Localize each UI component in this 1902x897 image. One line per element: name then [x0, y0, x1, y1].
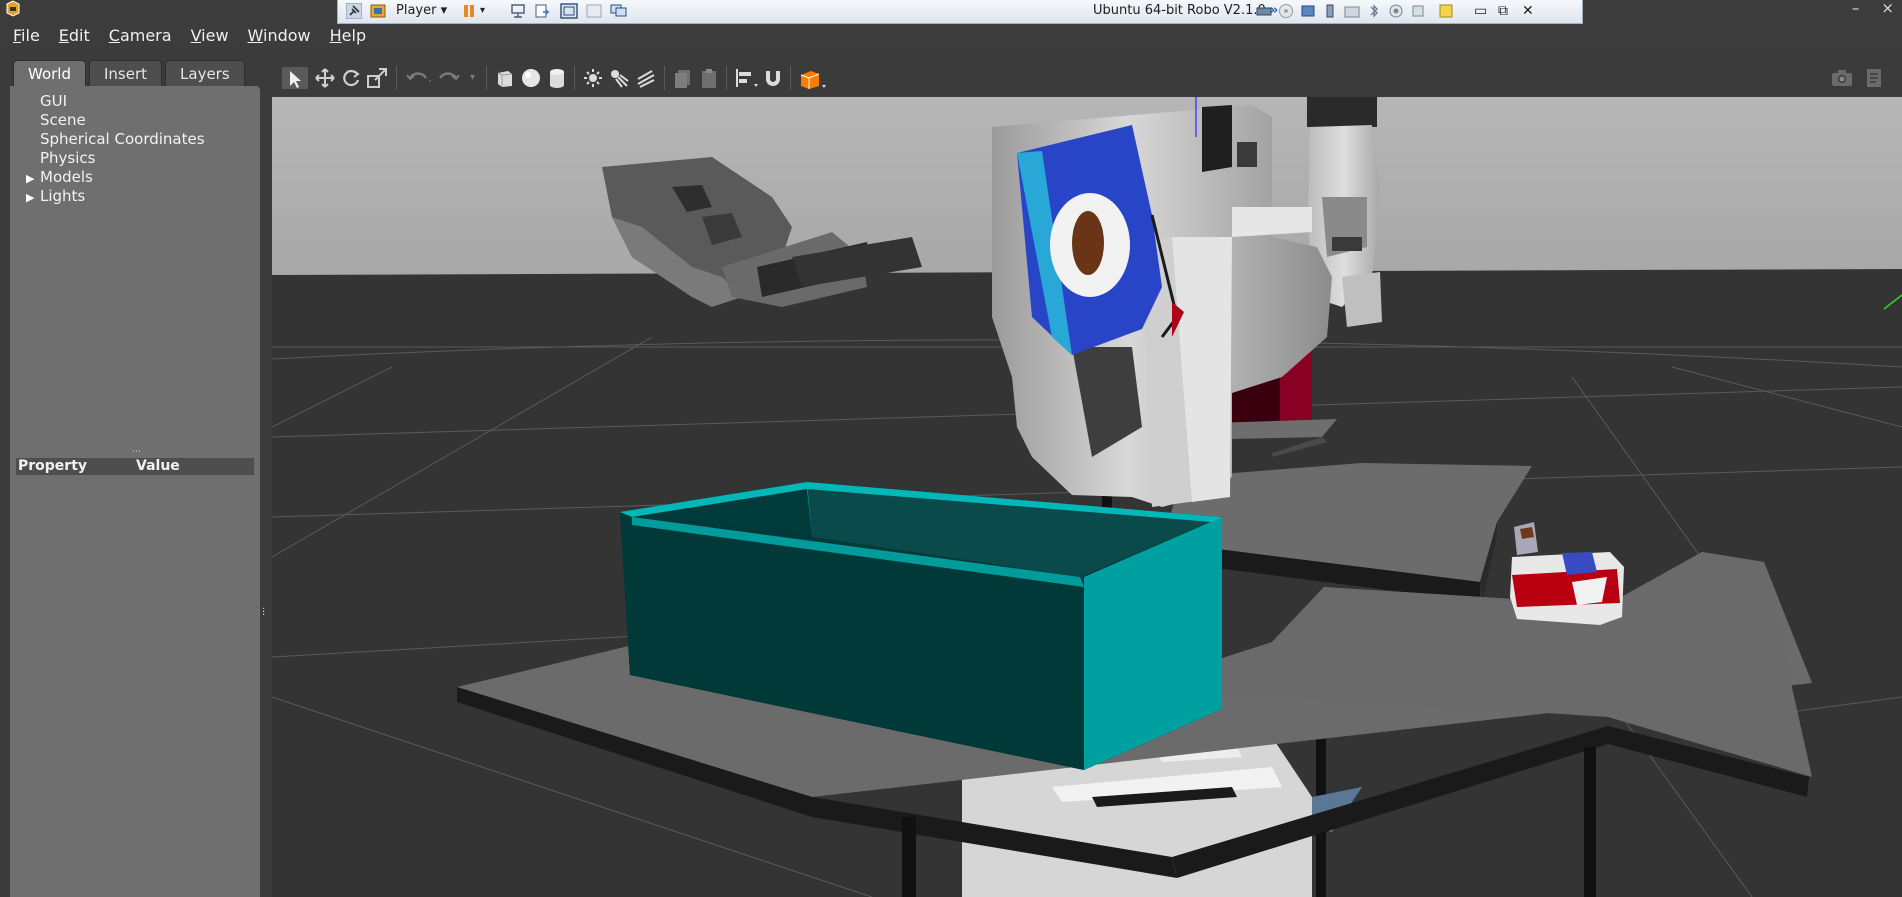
usb-icon[interactable] — [1322, 3, 1338, 19]
left-panel: World Insert Layers GUI Scene Spherical … — [0, 48, 266, 897]
recording-icon[interactable] — [1388, 3, 1404, 19]
render-toolbar: ▾ — [272, 60, 1902, 96]
shared-folders-icon[interactable] — [1344, 3, 1360, 19]
undo-icon[interactable] — [404, 67, 432, 89]
menu-file[interactable]: File — [4, 24, 50, 48]
notes-icon[interactable] — [1438, 3, 1454, 19]
property-table-header: Property Value — [16, 458, 254, 475]
menu-bar: File Edit Camera View Window Help — [4, 24, 376, 48]
pin-icon[interactable] — [346, 3, 362, 19]
send-keys-icon[interactable] — [534, 3, 550, 19]
cpu-icon[interactable] — [1410, 3, 1426, 19]
toolbar-separator — [486, 66, 487, 90]
vbox-close-button[interactable]: ✕ — [1522, 3, 1534, 19]
point-light-icon[interactable] — [582, 67, 604, 89]
align-icon[interactable] — [734, 67, 760, 89]
minimize-button[interactable]: – — [1852, 0, 1860, 18]
vbox-minimize-button[interactable]: ▭ — [1474, 3, 1487, 19]
gazebo-scene — [272, 97, 1902, 897]
world-tree: GUI Scene Spherical Coordinates Physics … — [26, 92, 205, 206]
network-icon[interactable] — [510, 3, 526, 19]
toolbar-separator — [664, 66, 665, 90]
rotate-icon[interactable] — [340, 67, 362, 89]
window-controls: – × — [1852, 0, 1894, 18]
close-button[interactable]: × — [1881, 0, 1894, 18]
menu-window[interactable]: Window — [239, 24, 321, 48]
property-column-header[interactable]: Property — [18, 458, 87, 475]
menu-edit[interactable]: Edit — [50, 24, 100, 48]
seamless-mode-icon[interactable] — [586, 3, 602, 19]
panel-tabs: World Insert Layers — [13, 60, 248, 86]
toolbar-separator — [574, 66, 575, 90]
toolbar-separator — [790, 66, 791, 90]
optical-drive-icon[interactable] — [1278, 3, 1294, 19]
box-shape-icon[interactable] — [494, 67, 516, 89]
view-angle-icon[interactable] — [798, 67, 828, 89]
magnet-icon[interactable] — [762, 67, 784, 89]
bluetooth-icon[interactable] — [1366, 3, 1382, 19]
3d-viewport[interactable] — [272, 97, 1902, 897]
tree-item-physics[interactable]: Physics — [26, 149, 205, 168]
sphere-shape-icon[interactable] — [520, 67, 542, 89]
virtualbox-mini-toolbar: Player ▾ ▾ Ubuntu 64-bit Robo V2.1.0 » ▭… — [337, 0, 1583, 24]
tab-world[interactable]: World — [13, 60, 86, 86]
hard-disk-icon[interactable] — [1256, 3, 1272, 19]
player-menu[interactable]: Player ▾ — [396, 3, 447, 19]
audio-icon[interactable] — [1300, 3, 1316, 19]
world-tree-panel: GUI Scene Spherical Coordinates Physics … — [10, 86, 260, 897]
expand-arrow-icon[interactable]: ▶ — [26, 169, 40, 188]
tree-item-gui[interactable]: GUI — [26, 92, 205, 111]
tree-item-lights[interactable]: ▶ Lights — [26, 187, 205, 206]
toolbar-separator — [726, 66, 727, 90]
tree-item-scene[interactable]: Scene — [26, 111, 205, 130]
screenshot-icon[interactable] — [1830, 67, 1854, 89]
tab-insert[interactable]: Insert — [89, 60, 163, 86]
virtualbox-icon — [370, 4, 386, 18]
tab-layers[interactable]: Layers — [165, 60, 245, 86]
copy-icon[interactable] — [672, 67, 694, 89]
multi-monitor-icon[interactable] — [610, 3, 628, 19]
value-column-header[interactable]: Value — [136, 458, 180, 475]
redo-icon[interactable] — [436, 67, 462, 89]
scaled-mode-icon[interactable] — [560, 3, 578, 19]
table-leg — [902, 817, 916, 897]
expand-arrow-icon[interactable]: ▶ — [26, 188, 40, 207]
menu-help[interactable]: Help — [321, 24, 376, 48]
toolbar-separator — [396, 66, 397, 90]
vbox-restore-button[interactable]: ⧉ — [1498, 3, 1508, 19]
redo-dropdown-icon[interactable]: ▾ — [470, 67, 475, 89]
gazebo-app-icon[interactable] — [4, 0, 22, 18]
menu-camera[interactable]: Camera — [100, 24, 182, 48]
panel-collapse-handle[interactable]: · · · — [262, 605, 266, 621]
title-menu-bar: File Edit Camera View Window Help – × Pl… — [0, 0, 1902, 48]
pause-dropdown-icon[interactable]: ▾ — [480, 3, 485, 19]
scale-icon[interactable] — [366, 67, 388, 89]
directional-light-icon[interactable] — [634, 67, 656, 89]
log-icon[interactable] — [1864, 67, 1884, 89]
pause-icon[interactable] — [462, 3, 476, 19]
tree-item-models[interactable]: ▶ Models — [26, 168, 205, 187]
select-arrow-icon[interactable] — [282, 67, 308, 89]
spot-light-icon[interactable] — [608, 67, 630, 89]
paste-icon[interactable] — [698, 67, 720, 89]
translate-icon[interactable] — [314, 67, 336, 89]
panel-splitter-handle[interactable]: ⋯ — [132, 448, 141, 457]
vm-title: Ubuntu 64-bit Robo V2.1.0 » — [1093, 3, 1279, 18]
cylinder-shape-icon[interactable] — [546, 67, 568, 89]
tree-item-spherical-coordinates[interactable]: Spherical Coordinates — [26, 130, 205, 149]
table-leg — [1584, 747, 1596, 897]
menu-view[interactable]: View — [182, 24, 239, 48]
